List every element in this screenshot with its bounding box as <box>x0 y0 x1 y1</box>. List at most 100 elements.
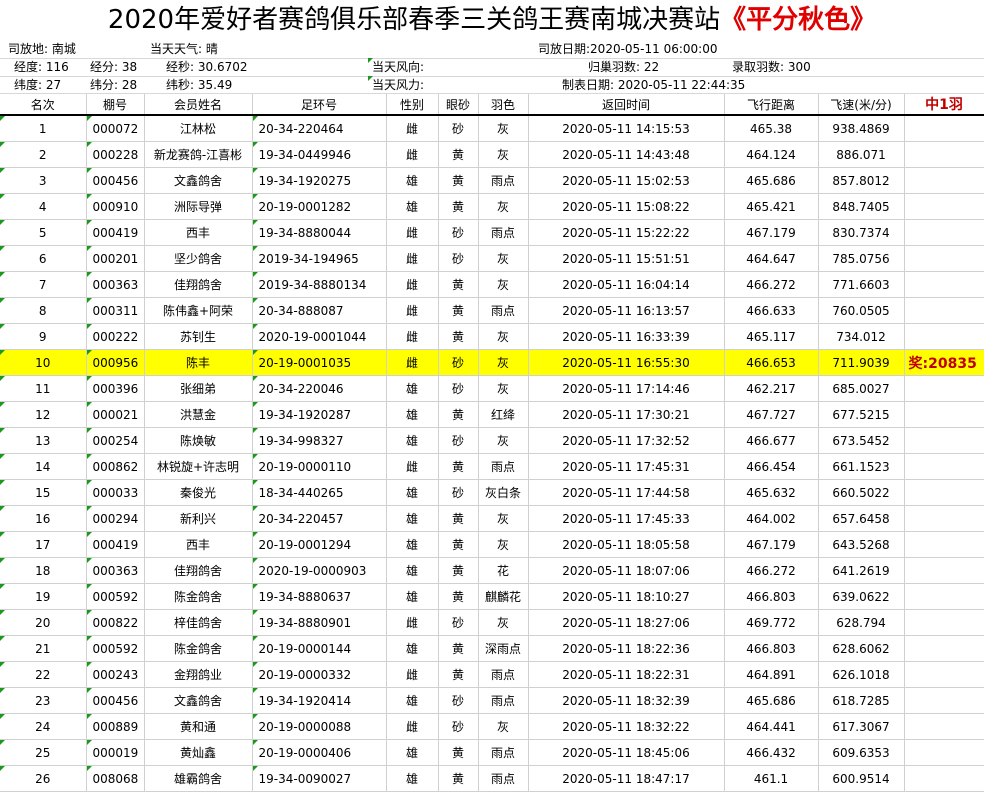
cell-loft: 000254 <box>86 427 145 454</box>
cell-speed: 617.3067 <box>818 713 905 740</box>
cell-member: 新龙赛鸽-江喜彬 <box>144 141 253 168</box>
cell-eye: 黄 <box>438 661 479 688</box>
cell-speed: 848.7405 <box>818 193 905 220</box>
info-gridline <box>0 58 984 59</box>
cell-rank: 20 <box>0 609 87 636</box>
cell-member: 苏钊生 <box>144 323 253 350</box>
cell-speed: 938.4869 <box>818 115 905 142</box>
cell-eye: 黄 <box>438 323 479 350</box>
cell-distance: 465.421 <box>724 193 819 220</box>
cell-ring: 2019-34-8880134 <box>252 271 387 298</box>
cell-member: 黄和通 <box>144 713 253 740</box>
title-accent: 《平分秋色》 <box>720 5 877 35</box>
cell-distance: 466.653 <box>724 349 819 376</box>
cell-prize <box>904 245 984 272</box>
col-header-speed: 飞速(米/分) <box>818 94 905 116</box>
cell-return-time: 2020-05-11 15:02:53 <box>528 167 725 194</box>
cell-eye: 黄 <box>438 271 479 298</box>
cell-ring: 20-19-0000088 <box>252 713 387 740</box>
cell-distance: 466.803 <box>724 583 819 610</box>
cell-eye: 砂 <box>438 115 479 142</box>
table-row: 3 000456 文鑫鸽舍 19-34-1920275 雄黄雨点 2020-05-11 1… <box>0 167 984 194</box>
cell-rank: 26 <box>0 765 87 792</box>
cell-loft: 000201 <box>86 245 145 272</box>
cell-distance: 462.217 <box>724 375 819 402</box>
cell-speed: 785.0756 <box>818 245 905 272</box>
cell-member: 陈金鸽舍 <box>144 635 253 662</box>
cell-speed: 657.6458 <box>818 505 905 532</box>
table-row: 16 000294 新利兴 20-34-220457 雄黄灰 2020-05-11 17:… <box>0 505 984 532</box>
cell-distance: 464.441 <box>724 713 819 740</box>
cell-return-time: 2020-05-11 15:08:22 <box>528 193 725 220</box>
cell-rank: 19 <box>0 583 87 610</box>
cell-rank: 6 <box>0 245 87 272</box>
cell-rank: 17 <box>0 531 87 558</box>
cell-color: 雨点 <box>478 687 529 714</box>
cell-speed: 643.5268 <box>818 531 905 558</box>
cell-member: 佳翔鸽舍 <box>144 557 253 584</box>
cell-ring: 20-34-220464 <box>252 115 387 142</box>
table-row: 11 000396 张细弟 20-34-220046 雄砂灰 2020-05-11 17:… <box>0 375 984 402</box>
cell-sex: 雄 <box>386 479 439 506</box>
cell-ring: 19-34-8880637 <box>252 583 387 610</box>
cell-member: 洲际导弹 <box>144 193 253 220</box>
cell-rank: 16 <box>0 505 87 532</box>
cell-prize <box>904 687 984 714</box>
cell-distance: 467.179 <box>724 531 819 558</box>
cell-ring: 20-19-0001035 <box>252 349 387 376</box>
cell-rank: 5 <box>0 219 87 246</box>
cell-sex: 雄 <box>386 427 439 454</box>
cell-return-time: 2020-05-11 17:45:33 <box>528 505 725 532</box>
cell-distance: 466.272 <box>724 271 819 298</box>
cell-sex: 雌 <box>386 141 439 168</box>
cell-member: 江林松 <box>144 115 253 142</box>
cell-prize <box>904 401 984 428</box>
cell-color: 雨点 <box>478 453 529 480</box>
cell-member: 梓佳鸽舍 <box>144 609 253 636</box>
cell-prize <box>904 765 984 792</box>
cell-member: 陈丰 <box>144 349 253 376</box>
cell-prize <box>904 167 984 194</box>
cell-loft: 000072 <box>86 115 145 142</box>
wind-direction: 当天风向: <box>367 58 425 74</box>
cell-eye: 黄 <box>438 765 479 792</box>
cell-rank: 22 <box>0 661 87 688</box>
table-row: 19 000592 陈金鸽舍 19-34-8880637 雄黄麒麟花 2020-05-11… <box>0 583 984 610</box>
cell-speed: 685.0027 <box>818 375 905 402</box>
cell-speed: 677.5215 <box>818 401 905 428</box>
cell-rank: 24 <box>0 713 87 740</box>
table-header-row: 名次 棚号 会员姓名 足环号 性别 眼砂 羽色 返回时间 飞行距离 飞速(米/分… <box>0 94 984 116</box>
cell-eye: 黄 <box>438 401 479 428</box>
longitude-minute: 经分: 38 <box>90 60 138 74</box>
cell-prize <box>904 193 984 220</box>
cell-ring: 19-34-0090027 <box>252 765 387 792</box>
cell-sex: 雄 <box>386 193 439 220</box>
cell-distance: 466.633 <box>724 297 819 324</box>
cell-loft: 000419 <box>86 219 145 246</box>
cell-loft: 000822 <box>86 609 145 636</box>
cell-return-time: 2020-05-11 15:51:51 <box>528 245 725 272</box>
release-place: 司放地: 南城 <box>8 42 76 56</box>
cell-speed: 771.6603 <box>818 271 905 298</box>
cell-distance: 464.647 <box>724 245 819 272</box>
cell-loft: 000021 <box>86 401 145 428</box>
cell-speed: 600.9514 <box>818 765 905 792</box>
cell-speed: 628.6062 <box>818 635 905 662</box>
cell-eye: 砂 <box>438 479 479 506</box>
cell-color: 灰 <box>478 609 529 636</box>
cell-rank: 15 <box>0 479 87 506</box>
table-row: 20 000822 梓佳鸽舍 19-34-8880901 雌砂灰 2020-05-11 1… <box>0 609 984 636</box>
cell-speed: 673.5452 <box>818 427 905 454</box>
cell-speed: 639.0622 <box>818 583 905 610</box>
cell-color: 灰 <box>478 141 529 168</box>
cell-color: 红绛 <box>478 401 529 428</box>
cell-return-time: 2020-05-11 16:04:14 <box>528 271 725 298</box>
cell-color: 雨点 <box>478 739 529 766</box>
cell-prize <box>904 375 984 402</box>
table-made-date: 制表日期: 2020-05-11 22:44:35 <box>562 78 746 92</box>
col-header-loft: 棚号 <box>86 94 145 116</box>
cell-color: 灰 <box>478 427 529 454</box>
cell-sex: 雄 <box>386 167 439 194</box>
table-row: 26 008068 雄霸鸽舍 19-34-0090027 雄黄雨点 2020-05-11 … <box>0 765 984 792</box>
cell-loft: 000910 <box>86 193 145 220</box>
